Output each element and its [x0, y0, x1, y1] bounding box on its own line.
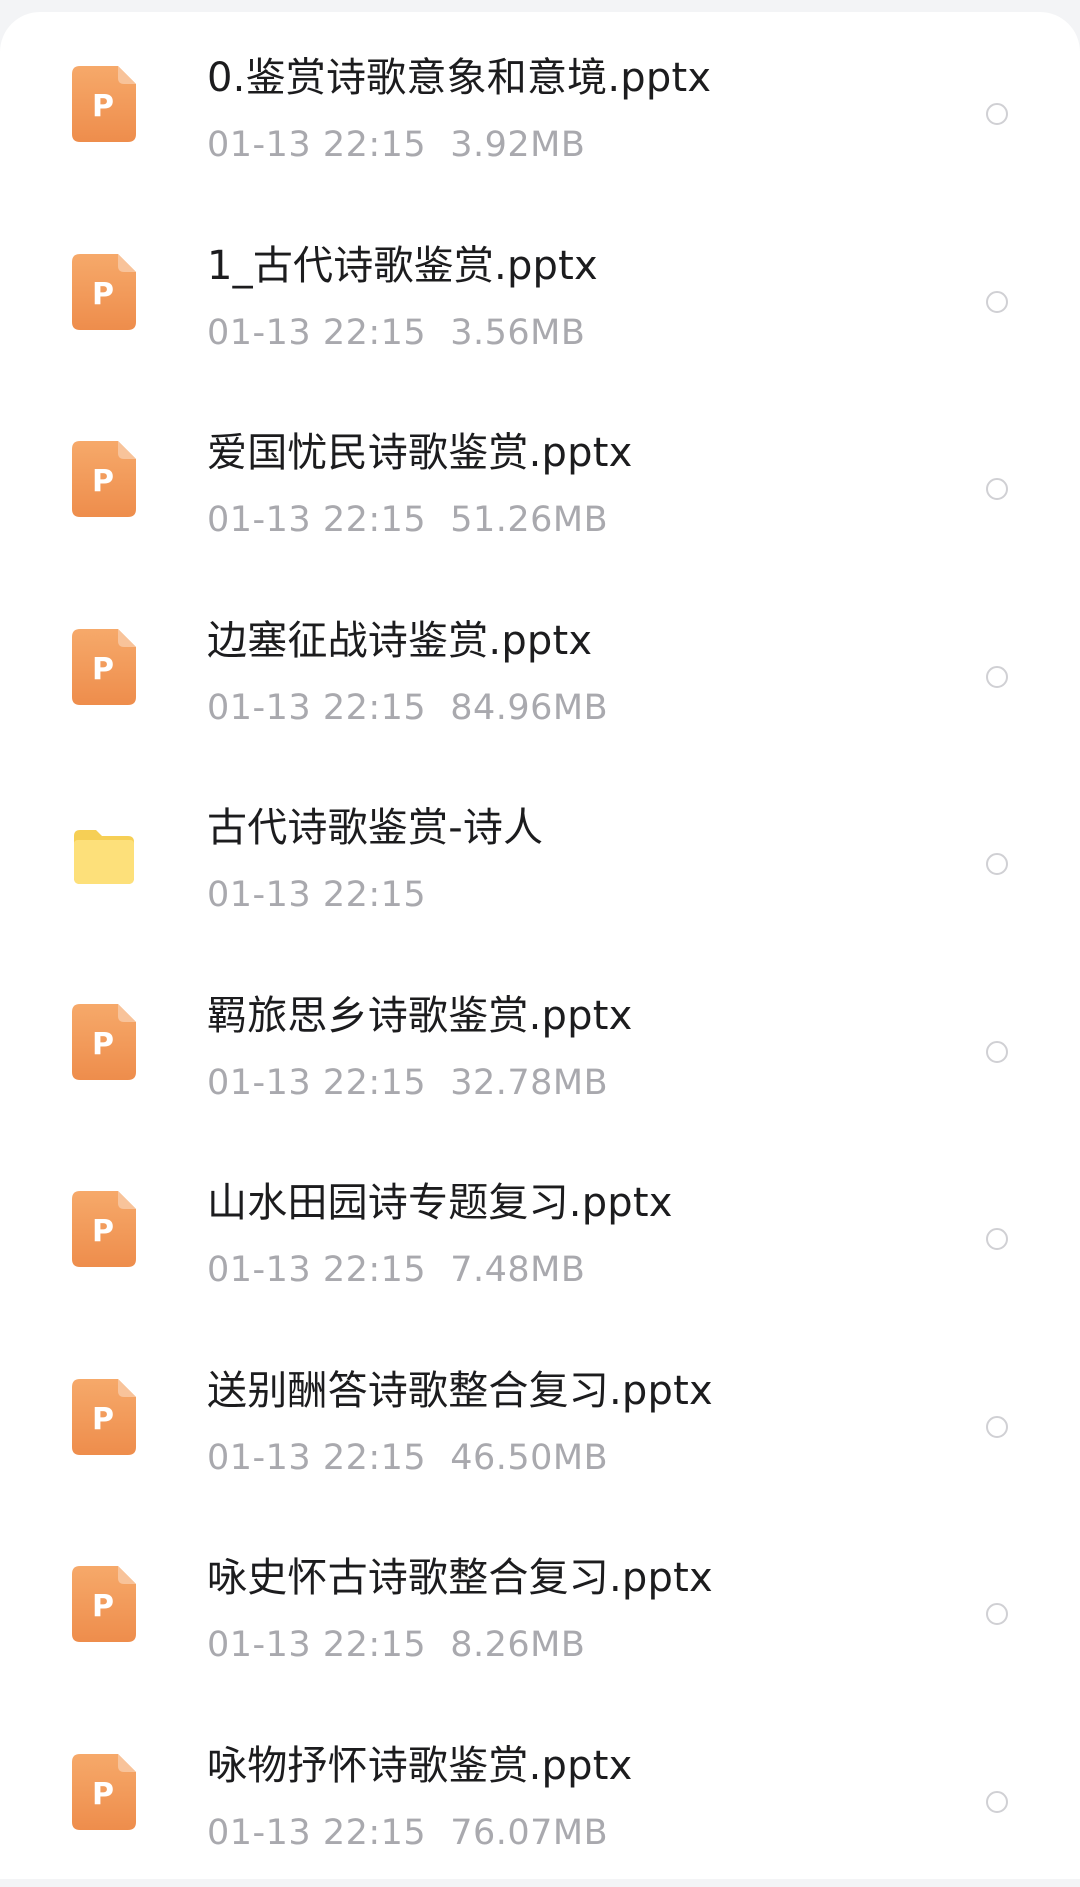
file-row[interactable]: P 咏史怀古诗歌整合复习.pptx 01-13 22:15 8.26MB	[0, 1512, 1080, 1700]
file-date: 01-13 22:15	[207, 1813, 426, 1853]
file-name: 爱国忧民诗歌鉴赏.pptx	[207, 429, 632, 477]
file-date: 01-13 22:15	[207, 125, 426, 165]
pptx-icon: P	[72, 1754, 136, 1830]
file-date: 01-13 22:15	[207, 500, 426, 540]
svg-text:P: P	[92, 1214, 114, 1249]
file-size: 32.78MB	[450, 1063, 608, 1103]
file-size: 8.26MB	[450, 1625, 585, 1665]
file-name: 边塞征战诗鉴赏.pptx	[207, 617, 592, 665]
file-size: 3.56MB	[450, 313, 585, 353]
file-size: 46.50MB	[450, 1438, 608, 1478]
select-radio[interactable]	[986, 1041, 1008, 1063]
file-name: 送别酬答诗歌整合复习.pptx	[207, 1367, 713, 1415]
svg-text:P: P	[92, 277, 114, 312]
file-row[interactable]: P 咏物抒怀诗歌鉴赏.pptx 01-13 22:15 76.07MB	[0, 1700, 1080, 1887]
file-name: 羁旅思乡诗歌鉴赏.pptx	[207, 992, 632, 1040]
pptx-icon: P	[72, 254, 136, 330]
select-radio[interactable]	[986, 666, 1008, 688]
file-name: 咏史怀古诗歌整合复习.pptx	[207, 1554, 713, 1602]
file-size: 3.92MB	[450, 125, 585, 165]
svg-text:P: P	[92, 89, 114, 124]
select-radio[interactable]	[986, 853, 1008, 875]
select-radio[interactable]	[986, 291, 1008, 313]
file-name: 古代诗歌鉴赏-诗人	[207, 804, 543, 852]
folder-icon	[72, 816, 136, 892]
file-date: 01-13 22:15	[207, 1063, 426, 1103]
file-row[interactable]: P 0.鉴赏诗歌意象和意境.pptx 01-13 22:15 3.92MB	[0, 12, 1080, 200]
file-date: 01-13 22:15	[207, 1625, 426, 1665]
file-meta: 01-13 22:15 7.48MB	[207, 1250, 585, 1290]
pptx-icon: P	[72, 1004, 136, 1080]
file-meta: 01-13 22:15	[207, 875, 426, 915]
file-name: 咏物抒怀诗歌鉴赏.pptx	[207, 1742, 632, 1790]
file-meta: 01-13 22:15 8.26MB	[207, 1625, 585, 1665]
pptx-icon: P	[72, 1191, 136, 1267]
svg-text:P: P	[92, 1027, 114, 1062]
file-date: 01-13 22:15	[207, 875, 426, 915]
file-meta: 01-13 22:15 3.92MB	[207, 125, 585, 165]
select-radio[interactable]	[986, 103, 1008, 125]
pptx-icon: P	[72, 1566, 136, 1642]
file-row[interactable]: P 1_古代诗歌鉴赏.pptx 01-13 22:15 3.56MB	[0, 200, 1080, 388]
file-list: P 0.鉴赏诗歌意象和意境.pptx 01-13 22:15 3.92MB P 1_古代诗…	[0, 12, 1080, 1887]
file-size: 7.48MB	[450, 1250, 585, 1290]
file-date: 01-13 22:15	[207, 313, 426, 353]
file-row[interactable]: P 山水田园诗专题复习.pptx 01-13 22:15 7.48MB	[0, 1137, 1080, 1325]
file-name: 1_古代诗歌鉴赏.pptx	[207, 242, 598, 290]
svg-text:P: P	[92, 1402, 114, 1437]
file-date: 01-13 22:15	[207, 688, 426, 728]
pptx-icon: P	[72, 66, 136, 142]
pptx-icon: P	[72, 441, 136, 517]
file-size: 51.26MB	[450, 500, 608, 540]
file-meta: 01-13 22:15 32.78MB	[207, 1063, 608, 1103]
svg-text:P: P	[92, 1589, 114, 1624]
file-date: 01-13 22:15	[207, 1250, 426, 1290]
file-size: 84.96MB	[450, 688, 608, 728]
select-radio[interactable]	[986, 1603, 1008, 1625]
file-row[interactable]: P 爱国忧民诗歌鉴赏.pptx 01-13 22:15 51.26MB	[0, 387, 1080, 575]
file-row[interactable]: 古代诗歌鉴赏-诗人 01-13 22:15	[0, 762, 1080, 950]
file-meta: 01-13 22:15 46.50MB	[207, 1438, 608, 1478]
svg-text:P: P	[92, 652, 114, 687]
file-meta: 01-13 22:15 3.56MB	[207, 313, 585, 353]
pptx-icon: P	[72, 1379, 136, 1455]
file-meta: 01-13 22:15 51.26MB	[207, 500, 608, 540]
select-radio[interactable]	[986, 1228, 1008, 1250]
file-meta: 01-13 22:15 76.07MB	[207, 1813, 608, 1853]
file-name: 0.鉴赏诗歌意象和意境.pptx	[207, 54, 711, 102]
file-date: 01-13 22:15	[207, 1438, 426, 1478]
select-radio[interactable]	[986, 1791, 1008, 1813]
pptx-icon: P	[72, 629, 136, 705]
select-radio[interactable]	[986, 478, 1008, 500]
file-list-panel: P 0.鉴赏诗歌意象和意境.pptx 01-13 22:15 3.92MB P 1_古代诗…	[0, 12, 1080, 1879]
file-row[interactable]: P 边塞征战诗鉴赏.pptx 01-13 22:15 84.96MB	[0, 575, 1080, 763]
file-meta: 01-13 22:15 84.96MB	[207, 688, 608, 728]
svg-text:P: P	[92, 464, 114, 499]
file-row[interactable]: P 羁旅思乡诗歌鉴赏.pptx 01-13 22:15 32.78MB	[0, 950, 1080, 1138]
svg-text:P: P	[92, 1777, 114, 1812]
select-radio[interactable]	[986, 1416, 1008, 1438]
file-name: 山水田园诗专题复习.pptx	[207, 1179, 673, 1227]
file-row[interactable]: P 送别酬答诗歌整合复习.pptx 01-13 22:15 46.50MB	[0, 1325, 1080, 1513]
file-size: 76.07MB	[450, 1813, 608, 1853]
